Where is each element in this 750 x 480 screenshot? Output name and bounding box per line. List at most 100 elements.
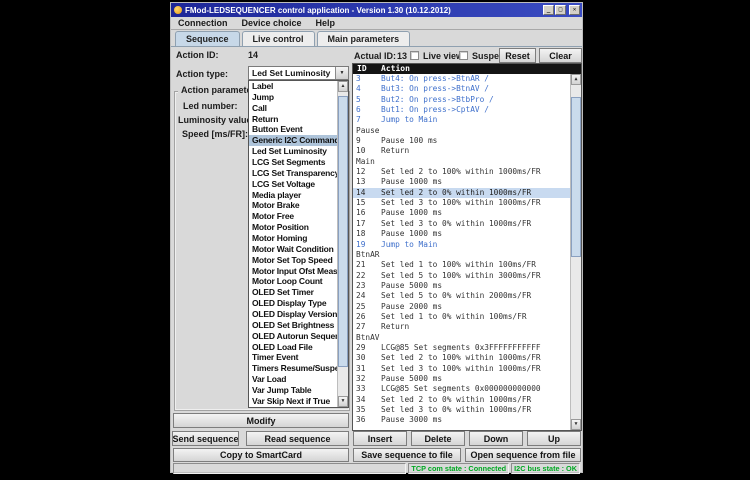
read-sequence-button[interactable]: Read sequence	[246, 431, 349, 446]
dropdown-option[interactable]: Motor Position	[249, 222, 337, 233]
sequence-row[interactable]: 13 Pause 1000 ms	[353, 177, 581, 187]
dropdown-option[interactable]: Return	[249, 114, 337, 125]
close-icon[interactable]: ✕	[569, 5, 580, 15]
sequence-row[interactable]: Pause	[353, 126, 581, 136]
copy-to-smartcard-button[interactable]: Copy to SmartCard	[173, 448, 349, 462]
sequence-row[interactable]: 17 Set led 3 to 0% within 1000ms/FR	[353, 219, 581, 229]
minimize-icon[interactable]: _	[543, 5, 554, 15]
sequence-row[interactable]: 16 Pause 1000 ms	[353, 208, 581, 218]
dropdown-option[interactable]: Motor Free	[249, 211, 337, 222]
dropdown-option[interactable]: OLED Load File	[249, 342, 337, 353]
sequence-row[interactable]: Main	[353, 157, 581, 167]
sequence-row[interactable]: BtnAR	[353, 250, 581, 260]
dropdown-option[interactable]: LCG Set Segments	[249, 157, 337, 168]
dropdown-option[interactable]: Motor Homing	[249, 233, 337, 244]
sequence-row[interactable]: 7 Jump to Main	[353, 115, 581, 125]
dropdown-option[interactable]: Label	[249, 81, 337, 92]
sequence-row[interactable]: 36 Pause 3000 ms	[353, 415, 581, 425]
scrollbar-up-icon[interactable]: ▲	[571, 74, 581, 85]
save-sequence-button[interactable]: Save sequence to file	[353, 448, 461, 462]
dropdown-option[interactable]: Motor Brake	[249, 200, 337, 211]
sequence-row[interactable]: 27 Return	[353, 322, 581, 332]
dropdown-option[interactable]: Var Jump Table	[249, 385, 337, 396]
sequence-row-action	[379, 250, 381, 260]
down-button[interactable]: Down	[469, 431, 523, 446]
sequence-row[interactable]: 10 Return	[353, 146, 581, 156]
dropdown-option[interactable]: OLED Autorun Sequence	[249, 331, 337, 342]
dropdown-option[interactable]: Timer Event	[249, 352, 337, 363]
sequence-row[interactable]: BtnAV	[353, 333, 581, 343]
sequence-row[interactable]: 12 Set led 2 to 100% within 1000ms/FR	[353, 167, 581, 177]
sequence-row[interactable]: 34 Set led 2 to 0% within 1000ms/FR	[353, 395, 581, 405]
menu-item[interactable]: Device choice	[242, 18, 302, 28]
scrollbar-down-icon[interactable]: ▼	[338, 396, 348, 407]
sequence-row[interactable]: 5 But2: On press->BtbPro /	[353, 95, 581, 105]
sequence-row[interactable]: 6 But1: On press->CptAV /	[353, 105, 581, 115]
scrollbar-thumb[interactable]	[338, 96, 348, 367]
dropdown-option[interactable]: OLED Display Type	[249, 298, 337, 309]
sequence-row[interactable]: 25 Pause 2000 ms	[353, 302, 581, 312]
dropdown-option[interactable]: Generic I2C Command	[249, 135, 337, 146]
sequence-row[interactable]: 9 Pause 100 ms	[353, 136, 581, 146]
sequence-row[interactable]: 33 LCG@85 Set segments 0x000000000000	[353, 384, 581, 394]
menu-item[interactable]: Connection	[178, 18, 228, 28]
dropdown-option[interactable]: Motor Set Top Speed	[249, 255, 337, 266]
sequence-row[interactable]: 29 LCG@85 Set segments 0x3FFFFFFFFFFF	[353, 343, 581, 353]
dropdown-option[interactable]: Var Skip Next if True	[249, 396, 337, 407]
sequence-row[interactable]: 35 Set led 3 to 0% within 1000ms/FR	[353, 405, 581, 415]
clear-button[interactable]: Clear	[539, 48, 582, 63]
chevron-down-icon[interactable]: ▼	[335, 67, 348, 79]
delete-button[interactable]: Delete	[411, 431, 465, 446]
modify-button[interactable]: Modify	[173, 413, 349, 428]
tab[interactable]: Main parameters	[317, 31, 411, 46]
insert-button[interactable]: Insert	[353, 431, 407, 446]
sequence-row-action: Pause 5000 ms	[379, 374, 442, 384]
tab[interactable]: Sequence	[175, 31, 240, 46]
reset-button[interactable]: Reset	[499, 48, 536, 63]
dropdown-option[interactable]: Media player	[249, 190, 337, 201]
dropdown-option[interactable]: OLED Set Timer	[249, 287, 337, 298]
live-view-checkbox[interactable]	[410, 51, 419, 60]
dropdown-option[interactable]: Timers Resume/Suspend	[249, 363, 337, 374]
up-button[interactable]: Up	[527, 431, 581, 446]
sequence-row[interactable]: 24 Set led 5 to 0% within 2000ms/FR	[353, 291, 581, 301]
sequence-row[interactable]: 14 Set led 2 to 0% within 1000ms/FR	[353, 188, 581, 198]
sequence-scrollbar[interactable]: ▲ ▼	[570, 74, 581, 430]
sequence-row[interactable]: 32 Pause 5000 ms	[353, 374, 581, 384]
sequence-row[interactable]: 23 Pause 5000 ms	[353, 281, 581, 291]
maximize-icon[interactable]: □	[555, 5, 566, 15]
sequence-row[interactable]: 22 Set led 5 to 100% within 3000ms/FR	[353, 271, 581, 281]
sequence-row[interactable]: 30 Set led 2 to 100% within 1000ms/FR	[353, 353, 581, 363]
dropdown-option[interactable]: Var Load	[249, 374, 337, 385]
dropdown-option[interactable]: Motor Wait Condition	[249, 244, 337, 255]
action-type-combobox[interactable]: Led Set Luminosity ▼	[248, 66, 349, 80]
tab[interactable]: Live control	[242, 31, 315, 46]
sequence-row[interactable]: 26 Set led 1 to 0% within 100ms/FR	[353, 312, 581, 322]
dropdown-option[interactable]: OLED Display Version	[249, 309, 337, 320]
dropdown-option[interactable]: LCG Set Transparency	[249, 168, 337, 179]
dropdown-option[interactable]: Jump	[249, 92, 337, 103]
dropdown-option[interactable]: Button Event	[249, 124, 337, 135]
sequence-row[interactable]: 3 But4: On press->BtnAR /	[353, 74, 581, 84]
sequence-row[interactable]: 31 Set led 3 to 100% within 1000ms/FR	[353, 364, 581, 374]
dropdown-scrollbar[interactable]: ▲ ▼	[337, 81, 348, 407]
scrollbar-down-icon[interactable]: ▼	[571, 419, 581, 430]
sequence-row[interactable]: 18 Pause 1000 ms	[353, 229, 581, 239]
scrollbar-thumb[interactable]	[571, 97, 581, 257]
sequence-row[interactable]: 19 Jump to Main	[353, 240, 581, 250]
dropdown-option[interactable]: LCG Set Voltage	[249, 179, 337, 190]
dropdown-option[interactable]: Motor Input Ofst Meas	[249, 266, 337, 277]
title-bar[interactable]: FMod-LEDSEQUENCER control application - …	[171, 3, 582, 17]
menu-item[interactable]: Help	[316, 18, 336, 28]
dropdown-option[interactable]: OLED Set Brightness	[249, 320, 337, 331]
sequence-row[interactable]: 4 But3: On press->BtnAV /	[353, 84, 581, 94]
dropdown-option[interactable]: Motor Loop Count	[249, 276, 337, 287]
open-sequence-button[interactable]: Open sequence from file	[465, 448, 581, 462]
suspend-checkbox[interactable]	[459, 51, 468, 60]
scrollbar-up-icon[interactable]: ▲	[338, 81, 348, 92]
dropdown-option[interactable]: Led Set Luminosity	[249, 146, 337, 157]
dropdown-option[interactable]: Call	[249, 103, 337, 114]
send-sequence-button[interactable]: Send sequence	[172, 431, 239, 446]
sequence-row[interactable]: 15 Set led 3 to 100% within 1000ms/FR	[353, 198, 581, 208]
sequence-row[interactable]: 21 Set led 1 to 100% within 100ms/FR	[353, 260, 581, 270]
